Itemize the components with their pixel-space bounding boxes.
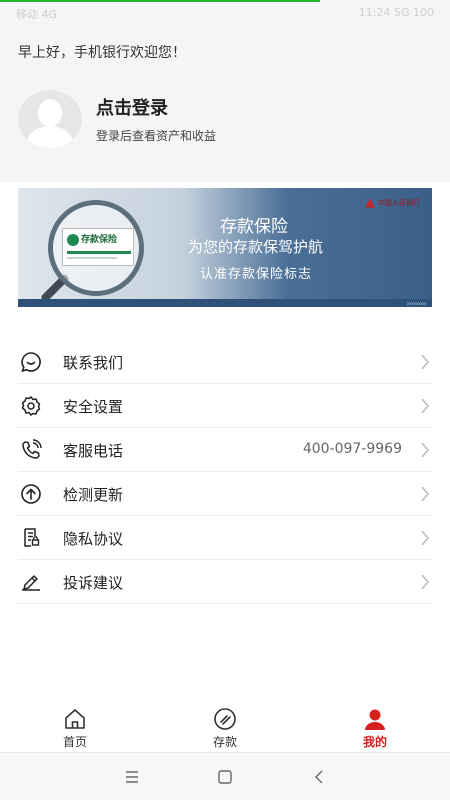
chevron-right-icon [421,398,429,414]
phone-icon [22,439,42,459]
bank-mark-icon [365,198,375,208]
bank-logo: 中国人民银行 [365,198,420,208]
bottom-tab-bar: 首页 存款 我的 [0,703,450,751]
user-icon [365,709,385,730]
deposit-icon [214,708,236,730]
tab-label: 存款 [212,735,237,749]
tab-home[interactable]: 首页 [40,707,110,750]
page-load-progress [0,0,320,2]
deposit-insurance-banner[interactable]: 存款保险 中国人民银行 存款保险 为您的存款保驾护航 认准存款保险标志 ››››… [18,188,432,307]
banner-line-1: 为您的存款保驾护航 [188,238,324,256]
gear-icon [21,396,41,416]
carrier-text: 移动 4G [16,8,58,21]
menu-item-label: 隐私协议 [63,530,124,548]
banner-line-2: 认准存款保险标志 [200,267,313,282]
card-divider [67,251,131,254]
tab-mine[interactable]: 我的 [340,707,410,750]
login-button[interactable]: 点击登录 [96,94,168,120]
menu-item-privacy[interactable]: 隐私协议 [18,516,432,560]
chevron-right-icon [421,486,429,502]
settings-menu: 联系我们 安全设置 客服电话 400-097-9969 检测更新 隐私协议 投诉… [18,340,432,604]
profile-header: 早上好，手机银行欢迎您！ 点击登录 登录后查看资产和收益 [0,28,450,182]
insurance-card: 存款保险 [62,228,134,266]
status-bar: 移动 4G 11:24 5G 100 [0,0,450,28]
upload-circle-icon [21,484,41,504]
document-lock-icon [24,528,40,547]
card-label: 存款保险 [81,235,118,245]
menu-item-label: 安全设置 [63,398,124,416]
edit-icon [22,575,40,591]
menu-item-label: 检测更新 [63,486,124,504]
banner-arrows-icon: ››››››››› [406,299,427,307]
tab-deposit[interactable]: 存款 [190,707,260,750]
chevron-right-icon [421,442,429,458]
hotline-number: 400-097-9969 [302,441,402,457]
greeting-text: 早上好，手机银行欢迎您！ [18,45,186,61]
home-icon [65,709,85,729]
avatar-head-shape [38,99,62,127]
menu-icon[interactable] [122,767,142,787]
bank-name: 中国人民银行 [378,199,420,207]
chevron-right-icon [421,530,429,546]
menu-item-label: 联系我们 [63,354,124,372]
menu-item-label: 投诉建议 [63,574,124,592]
home-square-icon[interactable] [215,767,235,787]
avatar-body-shape [27,126,73,148]
tab-label: 首页 [62,735,87,749]
menu-item-label: 客服电话 [63,442,124,460]
menu-item-security[interactable]: 安全设置 [18,384,432,428]
card-divider-2 [67,257,117,259]
login-subtitle: 登录后查看资产和收益 [96,129,217,143]
chevron-right-icon [421,574,429,590]
back-icon[interactable] [310,767,330,787]
menu-item-hotline[interactable]: 客服电话 400-097-9969 [18,428,432,472]
banner-title: 存款保险 [220,217,288,237]
menu-item-update[interactable]: 检测更新 [18,472,432,516]
avatar[interactable] [18,90,82,148]
menu-item-feedback[interactable]: 投诉建议 [18,560,432,604]
insurance-logo-icon [67,234,79,246]
chat-bubble-icon [21,352,41,373]
chevron-right-icon [421,354,429,370]
status-indicators: 11:24 5G 100 [358,6,434,19]
system-navigation-bar [0,752,450,800]
banner-stripe [18,299,432,307]
tab-label: 我的 [362,735,387,749]
menu-item-contact[interactable]: 联系我们 [18,340,432,384]
